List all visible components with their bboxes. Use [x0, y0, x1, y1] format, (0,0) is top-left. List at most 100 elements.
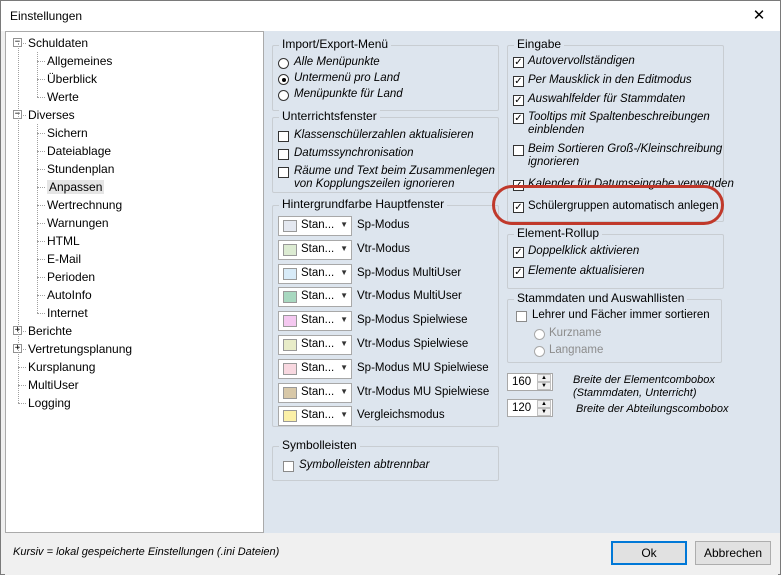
radio-submenu-country[interactable]	[278, 74, 289, 85]
color-combo[interactable]: Stan... ▼	[278, 382, 352, 403]
radio-short-name-label: Kurzname	[549, 327, 602, 339]
chevron-down-icon[interactable]: ▼	[340, 363, 348, 372]
tree-item[interactable]: Perioden	[47, 268, 95, 286]
color-combo-text: Stan...	[301, 266, 335, 279]
color-combo[interactable]: Stan... ▼	[278, 263, 352, 284]
tree-item[interactable]: Anpassen	[47, 178, 105, 196]
close-icon[interactable]: ✕	[748, 5, 770, 27]
double-click-checkbox[interactable]: ✓	[513, 247, 524, 258]
sort-case-checkbox[interactable]	[513, 145, 524, 156]
radio-long-name[interactable]	[534, 346, 545, 357]
tree-item[interactable]: Sichern	[47, 124, 88, 142]
autocomplete-checkbox[interactable]: ✓	[513, 57, 524, 68]
symbol-bars-label: Symbolleisten abtrennbar	[299, 459, 430, 471]
tree-connector	[37, 79, 45, 80]
tooltips-checkbox[interactable]: ✓	[513, 113, 524, 124]
tree-item[interactable]: Wertrechnung	[47, 196, 122, 214]
color-combo-text: Stan...	[301, 409, 335, 422]
update-elements-checkbox[interactable]: ✓	[513, 267, 524, 278]
chevron-down-icon[interactable]: ▼	[340, 244, 348, 253]
tree-item[interactable]: Kursplanung	[28, 358, 95, 376]
tree-item[interactable]: E-Mail	[47, 250, 81, 268]
color-combo[interactable]: Stan... ▼	[278, 358, 352, 379]
color-swatch	[283, 315, 297, 328]
tree-item[interactable]: Internet	[47, 304, 88, 322]
tooltips-label-1: Tooltips mit Spaltenbeschreibungen	[528, 111, 710, 123]
spin-down-icon[interactable]: ▼	[537, 408, 551, 416]
lesson-window-title: Unterrichtsfenster	[279, 109, 380, 123]
tree-item[interactable]: Berichte	[28, 322, 72, 340]
color-swatch	[283, 339, 297, 351]
radio-all-menu[interactable]	[278, 58, 289, 69]
color-combo[interactable]: Stan... ▼	[278, 335, 352, 355]
tree-connector	[37, 133, 45, 134]
color-mode-label: Sp-Modus	[357, 219, 410, 231]
color-combo[interactable]: Stan... ▼	[278, 239, 352, 260]
spin-down-icon[interactable]: ▼	[537, 382, 551, 390]
color-mode-label: Vtr-Modus Spielwiese	[357, 338, 469, 350]
cancel-button[interactable]: Abbrechen	[695, 541, 771, 565]
tree-item[interactable]: AutoInfo	[47, 286, 92, 304]
tree-item[interactable]: Warnungen	[47, 214, 109, 232]
tree-item-label: Kursplanung	[28, 360, 96, 374]
tree-item[interactable]: Vertretungsplanung	[28, 340, 132, 358]
tree-item[interactable]: Stundenplan	[47, 160, 114, 178]
tree-item[interactable]: Dateiablage	[47, 142, 111, 160]
element-combobox-width-spinner[interactable]: 160 ▲ ▼	[507, 373, 553, 391]
tree-item[interactable]: Werte	[47, 88, 79, 106]
tree-item[interactable]: Allgemeines	[47, 52, 112, 70]
radio-menu-items-country[interactable]	[278, 90, 289, 101]
color-combo[interactable]: Stan... ▼	[278, 311, 352, 332]
click-edit-mode-checkbox[interactable]: ✓	[513, 76, 524, 87]
tree-item[interactable]: HTML	[47, 232, 80, 250]
sort-teachers-checkbox[interactable]	[516, 311, 527, 322]
radio-long-name-label: Langname	[549, 344, 604, 356]
color-combo[interactable]: Stan... ▼	[278, 216, 352, 236]
symbol-bars-title: Symbolleisten	[279, 438, 360, 452]
color-combo[interactable]: Stan... ▼	[278, 406, 352, 427]
chevron-down-icon[interactable]: ▼	[340, 315, 348, 324]
element-rollup-title: Element-Rollup	[514, 226, 603, 240]
chevron-down-icon[interactable]: ▼	[340, 291, 348, 300]
tree-item-label: HTML	[47, 234, 80, 248]
radio-short-name[interactable]	[534, 329, 545, 340]
date-sync-checkbox[interactable]	[278, 149, 289, 160]
symbol-bars-checkbox[interactable]	[283, 461, 294, 472]
color-combo[interactable]: Stan... ▼	[278, 287, 352, 308]
tree-item[interactable]: Überblick	[47, 70, 97, 88]
input-title: Eingabe	[514, 37, 565, 51]
tree-item[interactable]: Schuldaten	[28, 34, 88, 52]
class-student-count-checkbox[interactable]	[278, 131, 289, 142]
tree-item-label: Berichte	[28, 324, 73, 338]
radio-menu-items-country-label: Menüpunkte für Land	[294, 88, 403, 100]
ignore-rooms-label-1: Räume und Text beim Zusammenlegen	[294, 165, 495, 177]
tree-connector	[37, 313, 45, 314]
tooltips-label-2: einblenden	[528, 124, 585, 136]
spin-up-icon[interactable]: ▲	[537, 374, 551, 382]
chevron-down-icon[interactable]: ▼	[340, 410, 348, 419]
dept-combobox-width-spinner[interactable]: 120 ▲ ▼	[507, 399, 553, 417]
ignore-rooms-checkbox[interactable]	[278, 167, 289, 178]
autocomplete-label: Autovervollständigen	[528, 55, 635, 67]
master-data-fields-checkbox[interactable]: ✓	[513, 95, 524, 106]
tree-item[interactable]: MultiUser	[28, 376, 79, 394]
tree-item[interactable]: Diverses	[28, 106, 75, 124]
color-combo-text: Stan...	[301, 290, 335, 303]
status-text: Kursiv = lokal gespeicherte Einstellunge…	[13, 546, 280, 558]
tree-item[interactable]: Logging	[28, 394, 71, 412]
chevron-down-icon[interactable]: ▼	[340, 268, 348, 277]
color-mode-label: Sp-Modus Spielwiese	[357, 314, 468, 327]
master-data-group: Stammdaten und Auswahllisten Lehrer und …	[507, 291, 722, 363]
element-combobox-width-label-1: Breite der Elementcombobox	[573, 374, 715, 386]
color-mode-label: Sp-Modus MU Spielwiese	[357, 361, 489, 374]
element-combobox-width-label-2: (Stammdaten, Unterricht)	[573, 387, 697, 399]
spin-up-icon[interactable]: ▲	[537, 400, 551, 408]
ok-button[interactable]: Ok	[611, 541, 687, 565]
tree-connector	[37, 277, 45, 278]
chevron-down-icon[interactable]: ▼	[340, 387, 348, 396]
chevron-down-icon[interactable]: ▼	[340, 339, 348, 348]
color-mode-label: Vtr-Modus	[357, 242, 411, 255]
element-rollup-group: Element-Rollup ✓ Doppelklick aktivieren …	[507, 226, 724, 289]
chevron-down-icon[interactable]: ▼	[340, 220, 348, 229]
color-swatch	[283, 410, 297, 423]
